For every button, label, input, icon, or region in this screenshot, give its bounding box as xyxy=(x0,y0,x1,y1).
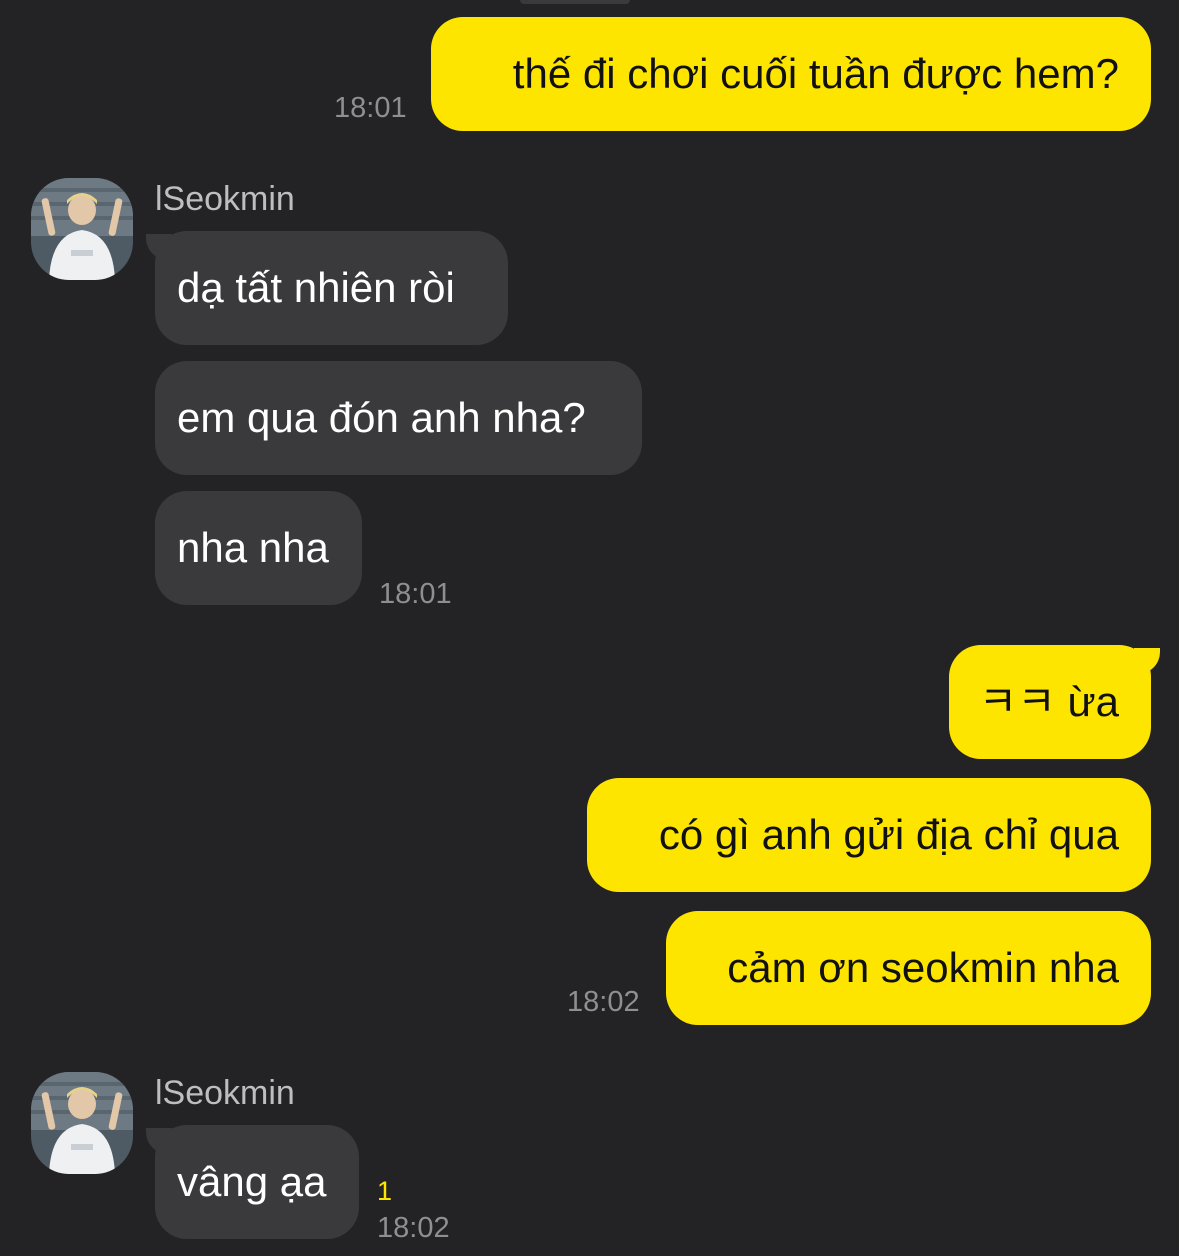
message-timestamp: 18:01 xyxy=(334,92,407,124)
message-bubble-outgoing[interactable]: có gì anh gửi địa chỉ qua xyxy=(587,778,1151,892)
message-bubble-outgoing[interactable]: thế đi chơi cuối tuần được hem? xyxy=(431,17,1151,131)
message-bubble-incoming[interactable]: nha nha xyxy=(155,491,362,605)
message-bubble-incoming[interactable]: em qua đón anh nha? xyxy=(155,361,642,475)
previous-message-fragment xyxy=(520,0,630,4)
message-bubble-incoming[interactable]: vâng ạa xyxy=(155,1125,359,1239)
avatar-photo-icon xyxy=(31,1072,133,1174)
message-timestamp: 18:02 xyxy=(377,1212,450,1244)
message-timestamp: 18:01 xyxy=(379,578,452,610)
message-bubble-outgoing[interactable]: ㅋㅋ ừa xyxy=(949,645,1151,759)
sender-name: lSeokmin xyxy=(155,180,295,218)
sender-name: lSeokmin xyxy=(155,1074,295,1112)
unread-count: 1 xyxy=(377,1176,393,1206)
message-timestamp: 18:02 xyxy=(567,986,640,1018)
avatar-photo-icon xyxy=(31,178,133,280)
contact-avatar[interactable] xyxy=(31,1072,133,1174)
message-bubble-incoming[interactable]: dạ tất nhiên ròi xyxy=(155,231,508,345)
message-bubble-outgoing[interactable]: cảm ơn seokmin nha xyxy=(666,911,1151,1025)
contact-avatar[interactable] xyxy=(31,178,133,280)
